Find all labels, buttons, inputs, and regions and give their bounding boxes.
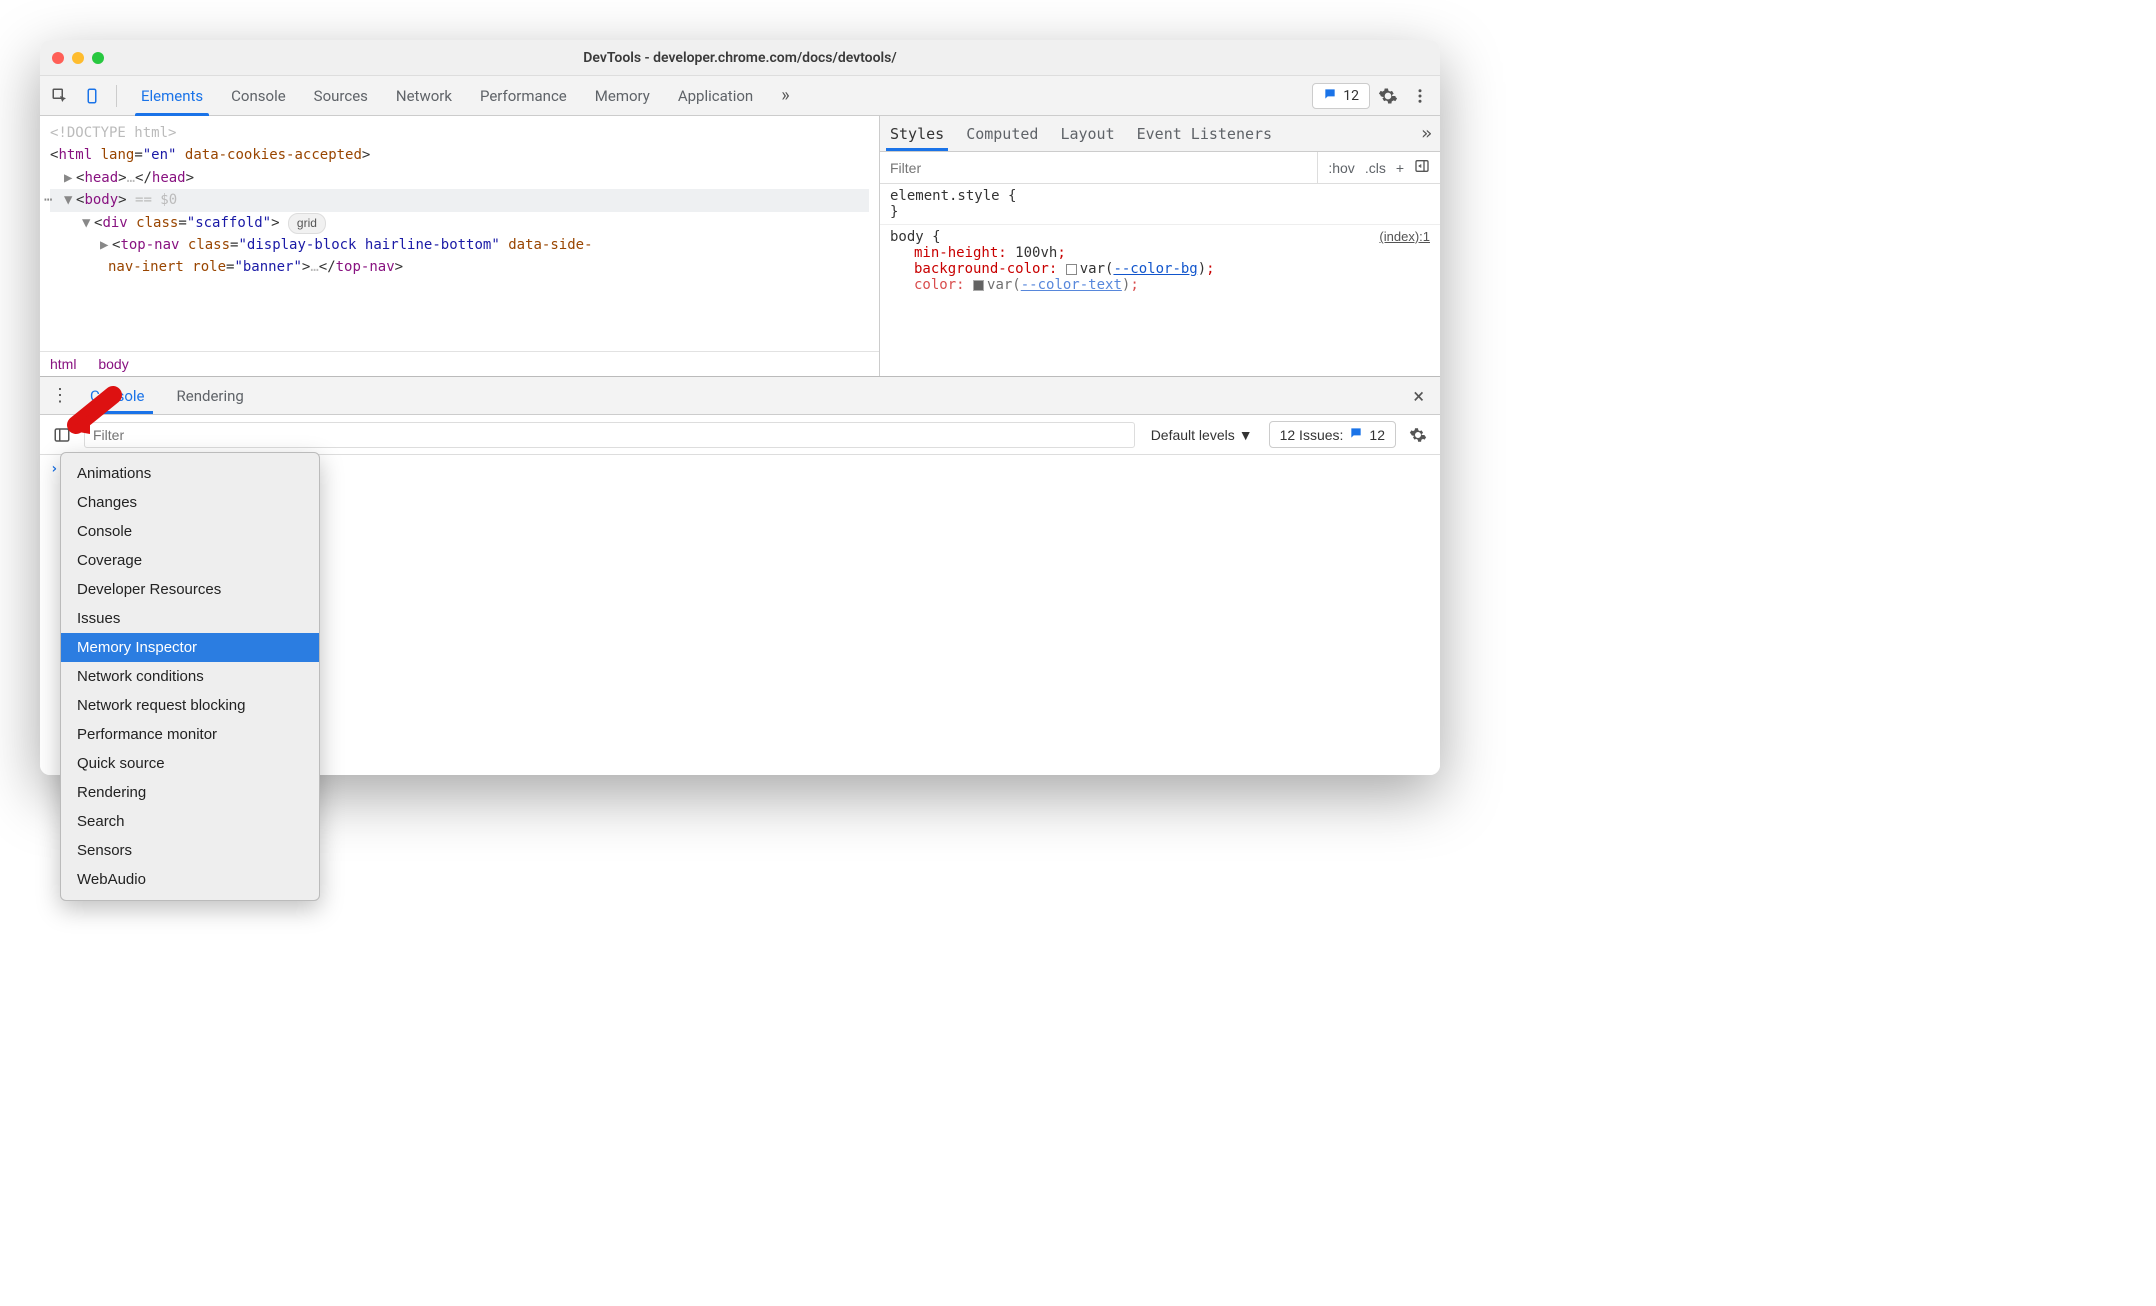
main-tabs: Elements Console Sources Network Perform… [127,76,1308,116]
tab-network[interactable]: Network [382,76,466,116]
more-icon[interactable] [1406,82,1434,110]
chevron-down-icon: ▼ [1239,427,1253,443]
log-level-select[interactable]: Default levels ▼ [1143,423,1261,447]
hov-toggle[interactable]: :hov [1328,160,1354,176]
settings-icon[interactable] [1374,82,1402,110]
dom-line[interactable]: ▶<top-nav class="display-block hairline-… [50,234,869,256]
drawer-close-button[interactable]: × [1405,384,1432,408]
titlebar: DevTools - developer.chrome.com/docs/dev… [40,40,1440,76]
styles-pane: Styles Computed Layout Event Listeners »… [880,116,1440,376]
styles-tab-event-listeners[interactable]: Event Listeners [1135,116,1274,151]
menu-item-quick-source[interactable]: Quick source [61,749,319,778]
cls-toggle[interactable]: .cls [1365,160,1386,176]
menu-item-search[interactable]: Search [61,807,319,836]
styles-tabs: Styles Computed Layout Event Listeners » [880,116,1440,152]
menu-item-network-request-blocking[interactable]: Network request blocking [61,691,319,720]
main-toolbar: Elements Console Sources Network Perform… [40,76,1440,116]
styles-tab-styles[interactable]: Styles [888,116,946,151]
minimize-window-button[interactable] [72,52,84,64]
issues-badge[interactable]: 12 [1312,83,1370,109]
console-prompt-caret: › [50,461,58,477]
styles-filter-row: :hov .cls + [880,152,1440,184]
dom-line[interactable]: <!DOCTYPE html> [50,122,869,144]
tab-application[interactable]: Application [664,76,767,116]
drawer-more-tools-button[interactable]: ⋮ [48,385,72,406]
elements-panel: <!DOCTYPE html> <html lang="en" data-coo… [40,116,1440,376]
issues-count: 12 [1369,427,1385,443]
inspect-element-icon[interactable] [46,82,74,110]
zoom-window-button[interactable] [92,52,104,64]
breadcrumb-root[interactable]: html [50,356,76,372]
issues-label: 12 Issues: [1280,427,1344,443]
dom-line[interactable]: <html lang="en" data-cookies-accepted> [50,144,869,166]
dom-tree[interactable]: <!DOCTYPE html> <html lang="en" data-coo… [40,116,879,351]
drawer-tab-rendering[interactable]: Rendering [163,377,258,414]
new-style-rule-button[interactable]: + [1396,160,1404,176]
rule-selector[interactable]: body { [890,229,941,245]
dom-line[interactable]: ▼<div class="scaffold"> grid [50,212,869,234]
more-tools-dropdown: Animations Changes Console Coverage Deve… [60,452,320,901]
tab-performance[interactable]: Performance [466,76,581,116]
separator [116,85,117,107]
menu-item-developer-resources[interactable]: Developer Resources [61,575,319,604]
grid-badge[interactable]: grid [288,213,326,234]
menu-item-coverage[interactable]: Coverage [61,546,319,575]
styles-tab-layout[interactable]: Layout [1058,116,1116,151]
tabs-overflow-button[interactable]: » [767,76,803,116]
window-title: DevTools - developer.chrome.com/docs/dev… [40,50,1440,66]
console-settings-icon[interactable] [1404,421,1432,449]
css-prop[interactable]: background-color: var(--color-bg); [890,261,1430,277]
tab-memory[interactable]: Memory [581,76,664,116]
styles-filter-input[interactable] [880,160,1317,176]
console-toolbar: Default levels ▼ 12 Issues: 12 [40,415,1440,455]
devtools-window: DevTools - developer.chrome.com/docs/dev… [40,40,1440,775]
menu-item-issues[interactable]: Issues [61,604,319,633]
menu-item-memory-inspector[interactable]: Memory Inspector [61,633,319,662]
issues-count: 12 [1343,88,1359,104]
dom-line[interactable]: ▶<head>…</head> [50,167,869,189]
menu-item-changes[interactable]: Changes [61,488,319,517]
menu-item-performance-monitor[interactable]: Performance monitor [61,720,319,749]
log-level-label: Default levels [1151,427,1235,443]
dom-pane: <!DOCTYPE html> <html lang="en" data-coo… [40,116,880,376]
styles-rules[interactable]: element.style { } (index):1 body { min-h… [880,184,1440,297]
styles-tab-computed[interactable]: Computed [964,116,1040,151]
close-window-button[interactable] [52,52,64,64]
chat-icon [1349,426,1363,443]
drawer-tabs: ⋮ Console Rendering × [40,377,1440,415]
menu-item-network-conditions[interactable]: Network conditions [61,662,319,691]
drawer-tab-console[interactable]: Console [76,377,159,414]
menu-item-console[interactable]: Console [61,517,319,546]
tab-sources[interactable]: Sources [300,76,382,116]
rule-close: } [890,204,1430,220]
breadcrumb-leaf[interactable]: body [98,356,128,372]
tab-console[interactable]: Console [217,76,300,116]
sidebar-toggle-icon[interactable] [1414,158,1430,177]
console-filter-input[interactable] [84,422,1135,448]
rule-block[interactable]: (index):1 body { [890,229,1430,245]
rule-selector[interactable]: element.style { [890,188,1430,204]
console-issues-chip[interactable]: 12 Issues: 12 [1269,421,1396,448]
tab-elements[interactable]: Elements [127,76,217,116]
console-sidebar-toggle-icon[interactable] [48,421,76,449]
chat-icon [1323,87,1337,105]
menu-item-webaudio[interactable]: WebAudio [61,865,319,894]
rule-source-link[interactable]: (index):1 [1379,229,1430,244]
styles-tabs-overflow[interactable]: » [1421,123,1432,144]
menu-item-sensors[interactable]: Sensors [61,836,319,865]
traffic-lights [52,52,104,64]
dom-line-selected[interactable]: ▼<body> == $0 [50,189,869,211]
breadcrumb[interactable]: html body [40,351,879,376]
menu-item-animations[interactable]: Animations [61,459,319,488]
menu-item-rendering[interactable]: Rendering [61,778,319,807]
dom-line[interactable]: nav-inert role="banner">…</top-nav> [50,256,869,278]
device-toggle-icon[interactable] [78,82,106,110]
css-prop[interactable]: min-height: 100vh; [890,245,1430,261]
css-prop[interactable]: color: var(--color-text); [890,277,1430,293]
